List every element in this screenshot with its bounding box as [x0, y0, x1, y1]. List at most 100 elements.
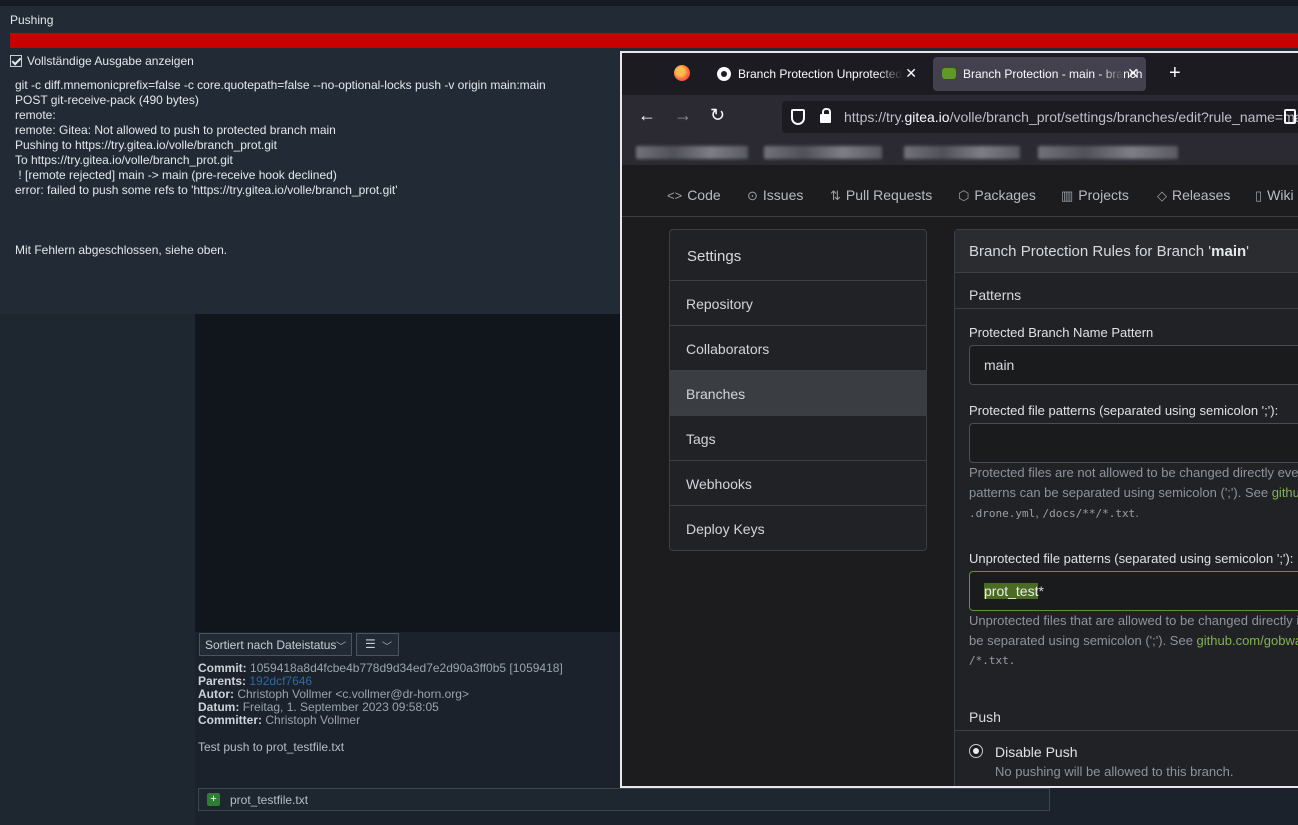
panel-header: Branch Protection Rules for Branch 'main…	[955, 230, 1298, 273]
help-text: .	[1135, 505, 1139, 520]
repo-nav: <> Code ⊙ Issues ⇅ Pull Requests ⬡ Packages …	[622, 165, 1298, 217]
author-label: Autor:	[198, 687, 234, 701]
close-icon[interactable]: ✕	[905, 65, 917, 82]
protected-file-patterns-input[interactable]	[969, 423, 1298, 463]
divider	[955, 730, 1298, 731]
tab-releases[interactable]: ◇ Releases	[1157, 187, 1230, 204]
tab-code[interactable]: <> Code	[667, 187, 721, 203]
output-line: POST git-receive-pack (490 bytes)	[15, 93, 199, 107]
gitea-page: <> Code ⊙ Issues ⇅ Pull Requests ⬡ Packages …	[622, 165, 1298, 786]
glob-link[interactable]: github.com/gobwas/glob	[1272, 485, 1298, 500]
shield-icon[interactable]	[791, 109, 805, 125]
file-name: prot_testfile.txt	[230, 793, 309, 807]
new-tab-icon[interactable]: +	[1169, 62, 1181, 85]
tab-pull-requests[interactable]: ⇅ Pull Requests	[830, 187, 932, 204]
issue-icon: ⊙	[747, 188, 758, 203]
url-prefix: https://try.	[844, 109, 905, 125]
tab-bar: Branch Protection Unprotected ✕ Branch P…	[622, 53, 1298, 95]
output-line: remote: Gitea: Not allowed to push to pr…	[15, 123, 336, 137]
menu-item-deploy-keys[interactable]: Deploy Keys	[670, 506, 926, 551]
push-output: git -c diff.mnemonicprefix=false -c core…	[15, 78, 546, 198]
bookmark-item[interactable]	[764, 146, 882, 159]
push-title: Push	[969, 709, 1001, 725]
bookmark-item[interactable]	[904, 146, 1020, 159]
committer-label: Committer:	[198, 713, 263, 727]
parents-label: Parents:	[198, 674, 247, 688]
header-suffix: '	[1246, 243, 1250, 260]
menu-item-repository[interactable]: Repository	[670, 281, 926, 326]
disable-push-radio[interactable]	[969, 744, 983, 758]
parent-hash-link[interactable]: 192dcf7646	[249, 674, 312, 688]
bookmark-item[interactable]	[636, 146, 748, 159]
unprotected-file-patterns-input[interactable]: prot_test*	[969, 571, 1298, 611]
output-line: To https://try.gitea.io/volle/branch_pro…	[15, 153, 233, 167]
help-text: patterns can be separated using semicolo…	[969, 485, 1272, 500]
menu-item-webhooks[interactable]: Webhooks	[670, 461, 926, 506]
input-value: *	[1038, 583, 1044, 599]
menu-item-tags[interactable]: Tags	[670, 416, 926, 461]
output-line: git -c diff.mnemonicprefix=false -c core…	[15, 78, 546, 92]
date-value: Freitag, 1. September 2023 09:58:05	[242, 700, 439, 714]
progress-bar	[10, 33, 1298, 48]
output-line: error: failed to push some refs to 'http…	[15, 183, 398, 197]
branch-protection-panel: Branch Protection Rules for Branch 'main…	[954, 229, 1298, 786]
menu-item-collaborators[interactable]: Collaborators	[670, 326, 926, 371]
full-output-checkbox[interactable]	[10, 55, 22, 67]
chevron-down-icon: ﹀	[336, 642, 346, 653]
package-icon: ⬡	[958, 188, 970, 203]
full-output-toggle[interactable]: Vollständige Ausgabe anzeigen	[10, 54, 194, 68]
help-line: Unprotected files that are allowed to be…	[969, 613, 1298, 628]
url-bar[interactable]: https://try.gitea.io/volle/branch_prot/s…	[782, 101, 1298, 133]
full-output-label: Vollständige Ausgabe anzeigen	[27, 54, 194, 68]
tab-fade	[1100, 57, 1124, 91]
browser-tab-github[interactable]: Branch Protection Unprotected ✕	[708, 57, 924, 91]
dialog-title: Pushing	[10, 13, 54, 27]
help-code: /docs/**/*.txt	[1042, 507, 1136, 520]
nav-label: Code	[687, 187, 721, 203]
project-icon: ▥	[1061, 188, 1074, 203]
output-line: remote:	[15, 108, 56, 122]
help-line: patterns can be separated using semicolo…	[969, 483, 1298, 503]
sort-dropdown[interactable]: Sortiert nach Dateistatus ﹀	[199, 633, 352, 656]
commit-info: Commit: 1059418a8d4fcbe4b778d9d34ed7e2d9…	[198, 662, 563, 727]
added-file-icon: +	[207, 793, 220, 806]
result-message: Mit Fehlern abgeschlossen, siehe oben.	[15, 243, 228, 257]
input-value: main	[984, 357, 1015, 373]
help-code: .drone.yml	[969, 507, 1036, 520]
help-line: Protected files are not allowed to be ch…	[969, 465, 1298, 480]
reader-view-icon[interactable]	[1284, 109, 1296, 124]
author-value: Christoph Vollmer <c.vollmer@dr-horn.org…	[237, 687, 469, 701]
reload-icon[interactable]: ↻	[710, 105, 725, 126]
nav-label: Pull Requests	[845, 187, 933, 203]
gitea-icon	[942, 68, 956, 79]
forward-icon[interactable]: →	[674, 105, 692, 126]
glob-link[interactable]: github.com/gobwas/glob	[1197, 633, 1298, 648]
tab-packages[interactable]: ⬡ Packages	[958, 187, 1036, 204]
menu-item-branches[interactable]: Branches	[670, 371, 926, 416]
branch-name-pattern-input[interactable]: main	[969, 345, 1298, 385]
firefox-icon[interactable]	[674, 65, 690, 81]
back-icon[interactable]: ←	[638, 105, 656, 126]
tab-fade	[878, 57, 902, 91]
tag-icon: ◇	[1157, 188, 1167, 203]
code-icon: <>	[667, 188, 683, 203]
sort-dropdown-label: Sortiert nach Dateistatus	[205, 638, 337, 652]
diff-area	[195, 314, 621, 632]
nav-label: Packages	[974, 187, 1036, 203]
disable-push-label[interactable]: Disable Push	[995, 744, 1078, 760]
view-mode-dropdown[interactable]: ☰ ﹀	[356, 633, 399, 656]
browser-tab-gitea[interactable]: Branch Protection - main - branch ✕	[933, 57, 1146, 91]
branch-name: main	[1211, 243, 1247, 260]
help-code: /*.txt.	[969, 654, 1016, 667]
close-icon[interactable]: ✕	[1127, 65, 1139, 82]
tab-issues[interactable]: ⊙ Issues	[747, 187, 803, 204]
bookmark-item[interactable]	[1038, 146, 1178, 159]
committer-value: Christoph Vollmer	[265, 713, 361, 727]
url-host: gitea.io	[904, 109, 950, 125]
file-list-item[interactable]: + prot_testfile.txt	[198, 788, 1050, 811]
tab-projects[interactable]: ▥ Projects	[1061, 187, 1129, 204]
chevron-down-icon: ﹀	[382, 642, 392, 653]
header-prefix: Branch Protection Rules for Branch '	[969, 243, 1212, 260]
lock-icon[interactable]	[820, 108, 831, 123]
tab-wiki[interactable]: ▯ Wiki	[1255, 187, 1294, 204]
